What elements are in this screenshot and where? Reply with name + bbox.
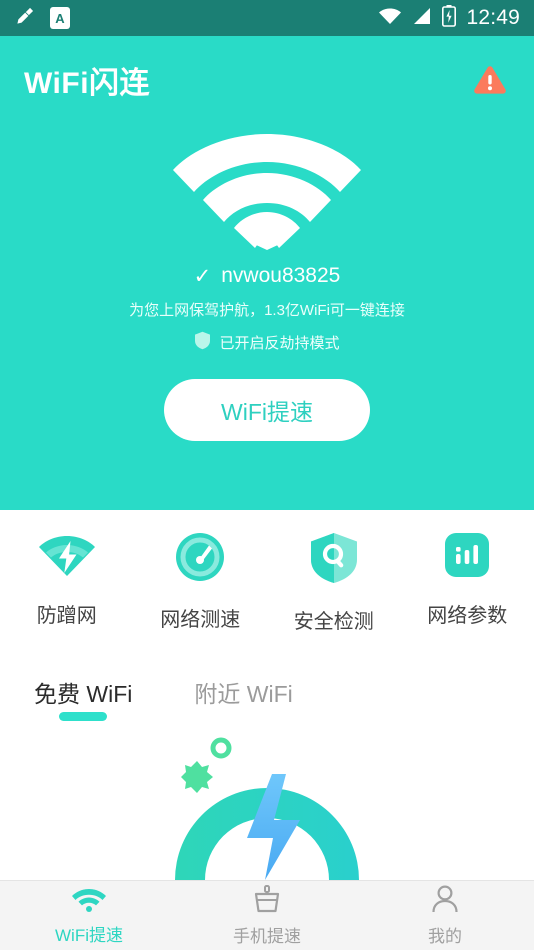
tab-nearby-wifi[interactable]: 附近 WiFi (194, 675, 292, 721)
connected-network-row: ✓ nvwou83825 (0, 264, 534, 288)
tab-free-wifi[interactable]: 免费 WiFi (34, 675, 132, 721)
letter-a-badge-icon: A (50, 7, 70, 29)
tab-label: 附近 WiFi (194, 681, 293, 707)
page-title: WiFi闪连 (24, 67, 151, 100)
nav-label: 我的 (428, 926, 462, 946)
status-bar-right-icons: 12:49 (378, 4, 520, 32)
app-header: WiFi闪连 (0, 36, 534, 102)
anti-hijack-status: 已开启反劫持模式 (0, 331, 534, 354)
person-icon (431, 884, 459, 918)
a-badge-text: A (55, 10, 65, 26)
nav-label: 手机提速 (233, 926, 301, 946)
feature-label: 网络测速 (160, 609, 241, 631)
feature-label: 安全检测 (293, 611, 374, 633)
status-bar: A 12:49 (0, 0, 534, 36)
speedometer-icon (175, 532, 225, 587)
warning-triangle-icon[interactable] (470, 60, 510, 100)
wifi-icon (378, 7, 402, 30)
bottom-navigation: WiFi提速 手机提速 我的 (0, 880, 534, 950)
nav-item-phone-boost[interactable]: 手机提速 (178, 884, 356, 947)
nav-item-profile[interactable]: 我的 (356, 884, 534, 947)
nav-item-wifi-boost[interactable]: WiFi提速 (0, 886, 178, 946)
status-bar-time: 12:49 (466, 6, 520, 29)
tab-active-underline (59, 712, 108, 721)
bar-chart-icon (444, 532, 490, 583)
feature-label: 网络参数 (427, 605, 508, 627)
hero-tagline: 为您上网保驾护航，1.3亿WiFi可一键连接 (129, 302, 405, 319)
nav-label: WiFi提速 (55, 925, 123, 945)
feature-grid: 防蹭网 网络测速 安全检测 网络参数 (0, 510, 534, 662)
anti-hijack-label: 已开启反劫持模式 (219, 335, 340, 352)
signal-icon (412, 7, 432, 30)
tab-label: 免费 WiFi (34, 681, 133, 707)
check-icon: ✓ (193, 264, 212, 288)
feature-anti-leech[interactable]: 防蹭网 (0, 532, 134, 628)
app-root: A 12:49 WiFi闪连 ✓ nvwou83825 为您上网保驾护航，1.3… (0, 0, 534, 950)
wifi-list-tabs: 免费 WiFi 附近 WiFi (0, 662, 534, 734)
wifi-icon (72, 886, 106, 917)
shield-search-icon (310, 532, 358, 589)
battery-icon (442, 4, 457, 32)
ssid-label: nvwou83825 (221, 264, 341, 287)
feature-label: 防蹭网 (36, 605, 97, 627)
broom-icon (14, 5, 36, 32)
status-bar-left-icons: A (14, 5, 70, 32)
shield-icon (194, 331, 211, 354)
broom-icon (252, 884, 282, 918)
feature-network-params[interactable]: 网络参数 (401, 532, 534, 628)
hero-section: WiFi闪连 ✓ nvwou83825 为您上网保驾护航，1.3亿WiFi可一键… (0, 36, 534, 510)
feature-security-check[interactable]: 安全检测 (267, 532, 401, 634)
speed-boost-illustration (0, 734, 534, 880)
wifi-boost-button[interactable]: WiFi提速 (164, 379, 370, 441)
feature-speed-test[interactable]: 网络测速 (134, 532, 268, 632)
wifi-large-icon (173, 134, 361, 250)
wifi-bolt-icon (38, 532, 95, 583)
